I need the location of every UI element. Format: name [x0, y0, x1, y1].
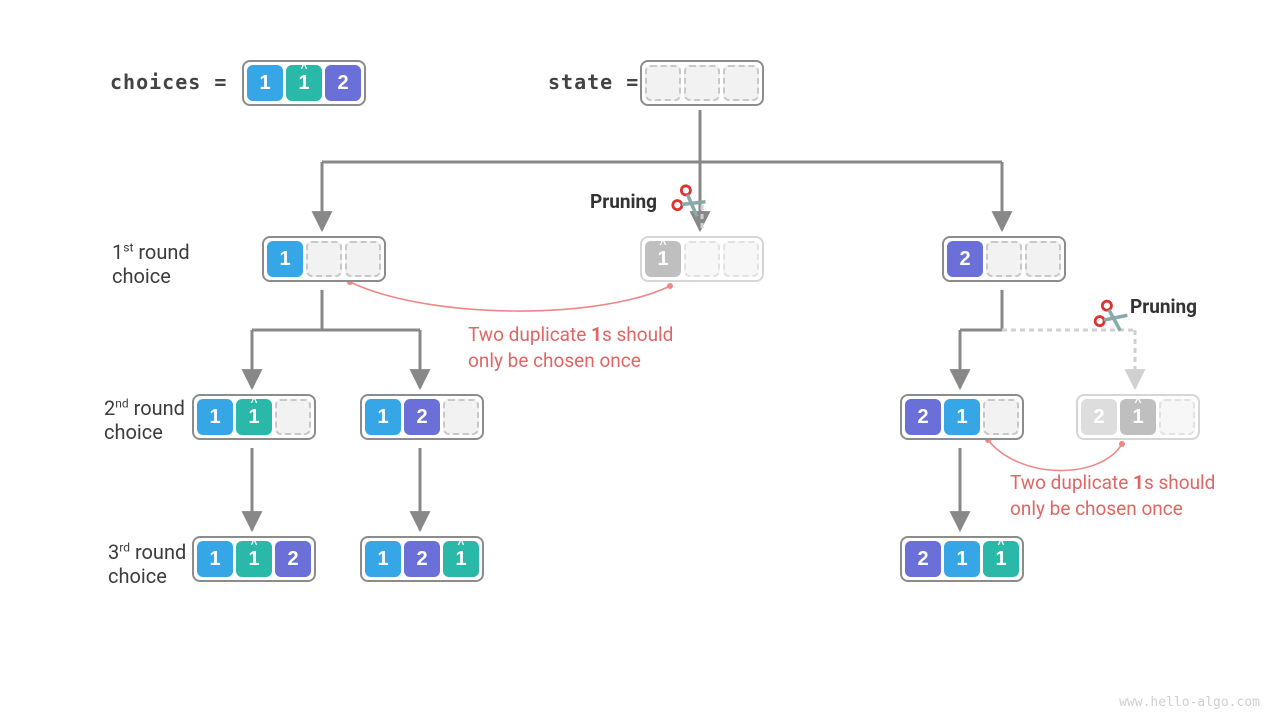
pruning-label-1: Pruning	[590, 190, 657, 213]
empty-cell	[983, 399, 1019, 435]
cell: 2	[947, 241, 983, 277]
cell: 2	[905, 541, 941, 577]
cell-pruned: 1	[645, 241, 681, 277]
empty-cell	[684, 241, 720, 277]
empty-cell	[1025, 241, 1061, 277]
cell: 1	[983, 541, 1019, 577]
node-C1x: 2 1 1	[900, 536, 1024, 582]
empty-cell	[306, 241, 342, 277]
empty-cell	[723, 241, 759, 277]
node-A1: 1 1	[192, 394, 316, 440]
cell: 2	[404, 541, 440, 577]
empty-cell	[275, 399, 311, 435]
empty-cell	[443, 399, 479, 435]
node-A1x: 1 1 2	[192, 536, 316, 582]
choice-cell-1hat: 1	[286, 65, 322, 101]
node-C2-pruned: 2 1	[1076, 394, 1200, 440]
cell: 1	[236, 541, 272, 577]
scissors-icon	[666, 179, 712, 225]
choice-cell-1: 1	[247, 65, 283, 101]
cell: 2	[905, 399, 941, 435]
empty-cell	[723, 65, 759, 101]
cell: 1	[944, 399, 980, 435]
empty-cell	[1159, 399, 1195, 435]
duplicate-note-1: Two duplicate 1s should only be chosen o…	[468, 322, 673, 373]
cell: 1	[944, 541, 980, 577]
node-A: 1	[262, 236, 386, 282]
empty-cell	[345, 241, 381, 277]
node-C: 2	[942, 236, 1066, 282]
state-label: state =	[548, 70, 639, 94]
row2-label: 2nd round choice	[104, 396, 185, 444]
watermark: www.hello-algo.com	[1119, 695, 1260, 710]
cell-pruned: 2	[1081, 399, 1117, 435]
state-group	[640, 60, 764, 106]
cell-pruned: 1	[1120, 399, 1156, 435]
node-B-pruned: 1	[640, 236, 764, 282]
cell: 1	[197, 399, 233, 435]
cell: 1	[365, 399, 401, 435]
choice-cell-2: 2	[325, 65, 361, 101]
cell: 1	[365, 541, 401, 577]
cell: 2	[404, 399, 440, 435]
node-A2x: 1 2 1	[360, 536, 484, 582]
empty-cell	[684, 65, 720, 101]
duplicate-note-2: Two duplicate 1s should only be chosen o…	[1010, 470, 1215, 521]
row1-label: 1st round choice	[112, 240, 190, 288]
node-A2: 1 2	[360, 394, 484, 440]
scissors-icon	[1088, 294, 1133, 339]
cell: 1	[197, 541, 233, 577]
cell: 1	[236, 399, 272, 435]
choices-group: 1 1 2	[242, 60, 366, 106]
row3-label: 3rd round choice	[108, 540, 186, 588]
node-C1: 2 1	[900, 394, 1024, 440]
empty-cell	[986, 241, 1022, 277]
empty-cell	[645, 65, 681, 101]
choices-label: choices =	[110, 70, 227, 94]
cell: 2	[275, 541, 311, 577]
cell: 1	[443, 541, 479, 577]
cell: 1	[267, 241, 303, 277]
pruning-label-2: Pruning	[1130, 295, 1197, 318]
